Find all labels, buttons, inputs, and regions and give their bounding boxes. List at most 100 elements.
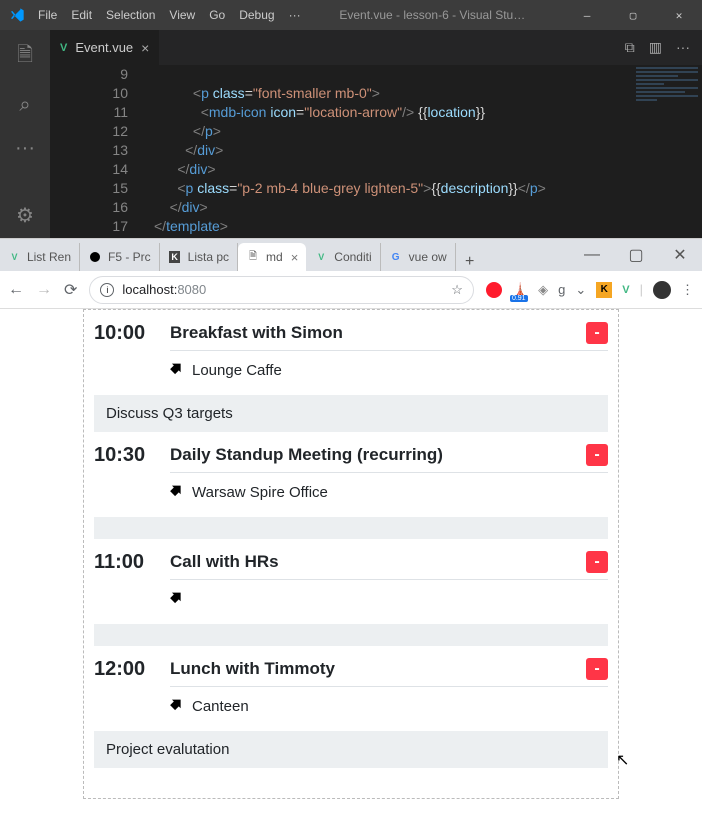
favicon-icon: G (389, 250, 403, 264)
opera-ext-icon[interactable] (486, 282, 502, 298)
browser-tab[interactable]: F5 - Prc (80, 243, 160, 271)
tab-title: F5 - Prc (108, 250, 151, 264)
menu-go[interactable]: Go (209, 8, 225, 22)
menu-view[interactable]: View (169, 8, 195, 22)
reload-button[interactable]: ⟳ (64, 280, 77, 300)
menu-debug[interactable]: Debug (239, 8, 274, 22)
delete-event-button[interactable]: - (586, 658, 608, 680)
g-ext-icon[interactable]: g (558, 282, 565, 297)
vscode-titlebar: File Edit Selection View Go Debug ··· Event.vu… (0, 0, 702, 30)
site-info-icon[interactable]: i (100, 283, 114, 297)
favicon-icon: K (168, 250, 182, 264)
favicon-icon (88, 250, 102, 264)
browser-toolbar: ← → ⟳ i localhost:8080 ☆ 🗼0.91 ◈ g ⌄ K V… (0, 271, 702, 309)
event-location: Warsaw Spire Office (170, 483, 608, 513)
browser-close-button[interactable]: ✕ (658, 239, 702, 271)
event-title: Lunch with Timmoty (170, 659, 586, 679)
divider (170, 350, 608, 351)
browser-minimize-button[interactable]: — (570, 239, 614, 271)
menu-···[interactable]: ··· (289, 8, 301, 22)
event-description: Discuss Q3 targets (94, 395, 608, 432)
activity-bar: 🗎 ⌕ ··· ⚙ (0, 30, 50, 238)
k-ext-icon[interactable]: K (596, 282, 612, 298)
event-time: 12:00 (94, 658, 150, 681)
location-arrow-icon (170, 590, 184, 608)
browser-tab[interactable]: Gvue ow (381, 243, 456, 271)
code-editor[interactable]: 91011121314151617 <p class="font-smaller… (50, 65, 702, 238)
forward-button[interactable]: → (36, 281, 52, 299)
maximize-button[interactable]: ▢ (610, 0, 656, 30)
event-item: 12:00 Lunch with Timmoty- Canteen Project e… (94, 646, 608, 768)
browser-maximize-button[interactable]: ▢ (614, 239, 658, 271)
vue-file-icon: V (60, 42, 67, 54)
compare-icon[interactable]: ⧉ (625, 39, 635, 56)
tab-title: Lista pc (188, 250, 229, 264)
ext-divider: | (640, 282, 643, 297)
delete-event-button[interactable]: - (586, 551, 608, 573)
editor-more-icon[interactable]: ··· (676, 39, 690, 56)
divider (170, 686, 608, 687)
event-time: 11:00 (94, 551, 150, 574)
tab-close-icon[interactable]: × (141, 40, 149, 56)
address-bar[interactable]: i localhost:8080 ☆ (89, 276, 474, 304)
browser-tab[interactable]: VList Ren (0, 243, 80, 271)
gear-icon[interactable]: ⚙ (16, 203, 34, 228)
search-icon[interactable]: ⌕ (19, 94, 30, 117)
location-arrow-icon (170, 697, 184, 715)
event-time: 10:30 (94, 444, 150, 467)
minimize-button[interactable]: — (564, 0, 610, 30)
lighthouse-ext-icon[interactable]: 🗼0.91 (512, 282, 528, 298)
tab-title: vue ow (409, 250, 447, 264)
browser-tabstrip: VList RenF5 - PrcKLista pc🗎md×VConditiGv… (0, 239, 702, 271)
vscode-window-title: Event.vue - lesson-6 - Visual Stu… (301, 8, 564, 22)
back-button[interactable]: ← (8, 281, 24, 299)
location-arrow-icon (170, 361, 184, 379)
profile-avatar-icon[interactable] (653, 281, 671, 299)
event-description: Project evalutation (94, 731, 608, 768)
vue-devtools-icon[interactable]: V (622, 284, 629, 296)
editor-tabbar: V Event.vue × ⧉ ▥ ··· (50, 30, 702, 65)
browser-window: VList RenF5 - PrcKLista pc🗎md×VConditiGv… (0, 238, 702, 836)
chrome-menu-icon[interactable]: ⋮ (681, 282, 694, 298)
close-button[interactable]: ✕ (656, 0, 702, 30)
event-title: Call with HRs (170, 552, 586, 572)
line-gutter: 91011121314151617 (50, 65, 154, 238)
vscode-menu: File Edit Selection View Go Debug ··· (34, 8, 301, 22)
menu-selection[interactable]: Selection (106, 8, 155, 22)
delete-event-button[interactable]: - (586, 444, 608, 466)
vscode-logo-icon (0, 7, 34, 23)
delete-event-button[interactable]: - (586, 322, 608, 344)
explorer-icon[interactable]: 🗎 (17, 40, 33, 74)
location-text: Canteen (192, 698, 249, 715)
tab-filename: Event.vue (75, 40, 133, 55)
divider (170, 579, 608, 580)
menu-edit[interactable]: Edit (71, 8, 92, 22)
bookmark-star-icon[interactable]: ☆ (451, 282, 463, 298)
pocket-ext-icon[interactable]: ⌄ (575, 282, 586, 298)
cube-ext-icon[interactable]: ◈ (538, 282, 548, 298)
location-text: Warsaw Spire Office (192, 484, 328, 501)
event-item: 10:30Daily Standup Meeting (recurring)-W… (94, 432, 608, 539)
event-location: Canteen (170, 697, 608, 727)
event-location (170, 590, 608, 620)
event-time: 10:00 (94, 322, 150, 345)
window-controls: — ▢ ✕ (564, 0, 702, 30)
split-editor-icon[interactable]: ▥ (649, 39, 662, 56)
new-tab-button[interactable]: + (456, 253, 484, 271)
page-content: 10:00Breakfast with Simon-Lounge CaffeDi… (0, 309, 702, 836)
browser-tab[interactable]: K Lista pc (160, 243, 238, 271)
browser-tab[interactable]: 🗎md× (238, 243, 306, 271)
extension-icons: 🗼0.91 ◈ g ⌄ K V | ⋮ (486, 281, 694, 299)
event-title: Breakfast with Simon (170, 323, 586, 343)
more-icon[interactable]: ··· (15, 137, 35, 160)
tab-close-icon[interactable]: × (291, 250, 299, 265)
minimap[interactable] (632, 65, 702, 238)
schedule-container: 10:00Breakfast with Simon-Lounge CaffeDi… (83, 309, 619, 799)
menu-file[interactable]: File (38, 8, 57, 22)
event-location: Lounge Caffe (170, 361, 608, 391)
browser-tab[interactable]: VConditi (306, 243, 380, 271)
divider (170, 472, 608, 473)
location-arrow-icon (170, 483, 184, 501)
editor-tab[interactable]: V Event.vue × (50, 30, 159, 65)
url-host: localhost:8080 (122, 282, 206, 297)
